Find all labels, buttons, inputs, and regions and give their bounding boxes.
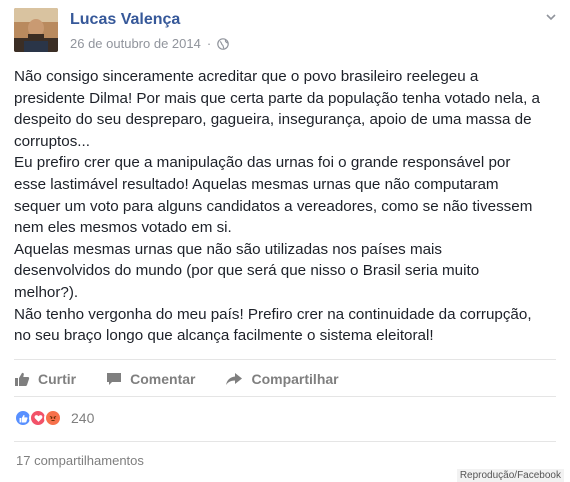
globe-icon — [217, 37, 229, 50]
post-text-line: corruptos... — [14, 132, 90, 150]
action-bar: Curtir Comentar Compartilhar — [14, 368, 369, 390]
image-credit: Reprodução/Facebook — [456, 469, 564, 482]
divider — [14, 441, 556, 442]
chevron-down-icon[interactable] — [544, 10, 558, 24]
post-text-line: Aquelas mesmas urnas que não são utiliza… — [14, 240, 443, 258]
post-text-line: sequer um voto para alguns candidatos a … — [14, 197, 533, 215]
comment-button[interactable]: Comentar — [106, 371, 195, 387]
comment-icon — [107, 373, 122, 385]
post-text-line: Eu prefiro crer que a manipulação das ur… — [14, 154, 511, 172]
divider — [14, 359, 556, 360]
share-button[interactable]: Compartilhar — [225, 371, 339, 387]
share-label: Compartilhar — [251, 371, 339, 387]
reaction-count: 240 — [71, 410, 95, 426]
post-text-line: no seu braço longo que alcança facilment… — [14, 327, 434, 345]
thumbs-up-icon — [15, 372, 30, 386]
share-arrow-icon — [226, 373, 243, 385]
post-text-line: desenvolvidos do mundo (por que será que… — [14, 262, 480, 280]
post-text-line: esse lastimável resultado! Aquelas mesma… — [14, 175, 499, 193]
post-meta: 26 de outubro de 2014 · — [70, 36, 229, 51]
post-text-line: despeito do seu despreparo, gagueira, in… — [14, 111, 532, 129]
comment-label: Comentar — [130, 371, 196, 387]
shares-count[interactable]: 17 compartilhamentos — [16, 453, 144, 468]
facebook-post: Lucas Valença 26 de outubro de 2014 · Nã… — [0, 0, 570, 482]
reactions-summary[interactable]: 240 — [14, 406, 94, 430]
post-text-line: nem eles mesmos votado em si. — [14, 219, 232, 237]
divider — [14, 396, 556, 397]
avatar[interactable] — [14, 8, 58, 52]
angry-icon — [44, 409, 62, 427]
like-button[interactable]: Curtir — [14, 371, 76, 387]
post-body: Não consigo sinceramente acreditar que o… — [14, 66, 560, 347]
post-text-line: Não tenho vergonha do meu país! Prefiro … — [14, 305, 532, 323]
author-name[interactable]: Lucas Valença — [70, 11, 180, 29]
post-text-line: presidente Dilma! Por mais que certa par… — [14, 89, 540, 107]
post-text-line: Não consigo sinceramente acreditar que o… — [14, 68, 479, 85]
post-date[interactable]: 26 de outubro de 2014 — [70, 36, 201, 51]
post-header: Lucas Valença 26 de outubro de 2014 · — [14, 8, 556, 56]
meta-separator: · — [206, 36, 212, 51]
post-text-line: melhor?). — [14, 283, 79, 301]
like-label: Curtir — [38, 371, 77, 387]
